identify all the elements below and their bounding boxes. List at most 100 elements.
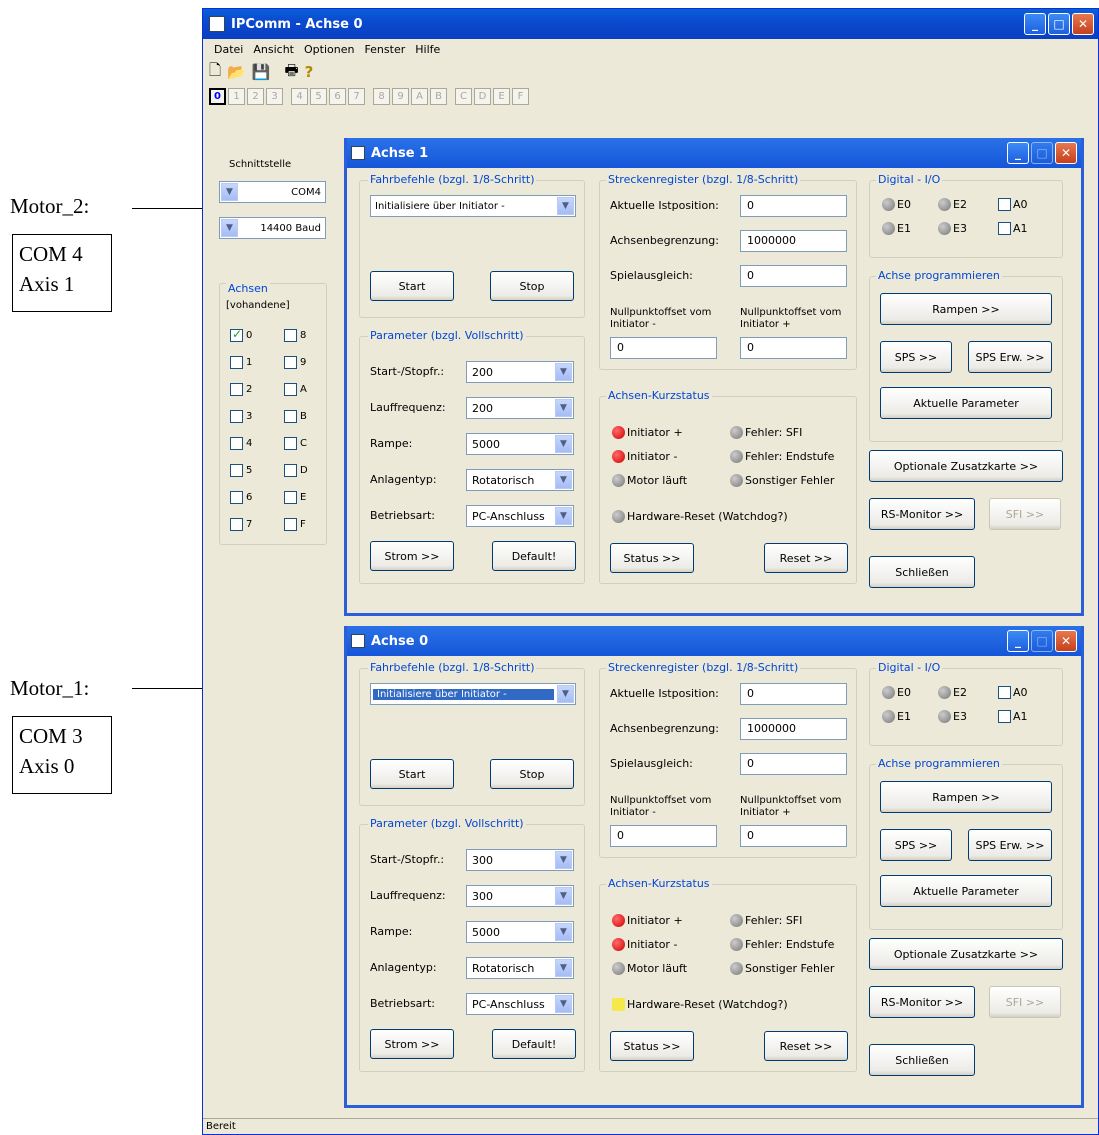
chevron-down-icon[interactable]: ▼	[557, 197, 574, 215]
param-select[interactable]: 5000 ▼	[466, 433, 574, 455]
register-field[interactable]: 1000000	[740, 230, 847, 252]
current-params-button[interactable]: Aktuelle Parameter	[880, 875, 1052, 907]
param-select[interactable]: Rotatorisch ▼	[466, 957, 574, 979]
axis-tab-C[interactable]: C	[455, 87, 472, 105]
param-select[interactable]: 300 ▼	[466, 885, 574, 907]
menu-hilfe[interactable]: Hilfe	[410, 43, 445, 56]
optional-card-button[interactable]: Optionale Zusatzkarte >>	[869, 450, 1063, 482]
maximize-button[interactable]: □	[1048, 13, 1070, 35]
axis-checkbox-7[interactable]: 7	[230, 517, 252, 531]
axis-tab-2[interactable]: 2	[247, 87, 264, 105]
drive-command-select[interactable]: Initialisiere über Initiator - ▼	[370, 195, 576, 217]
sps-button[interactable]: SPS >>	[880, 341, 952, 373]
open-icon[interactable]: 📂	[227, 63, 246, 81]
status-button[interactable]: Status >>	[610, 1031, 694, 1061]
checkbox[interactable]	[230, 382, 243, 396]
axis-checkbox-A[interactable]: A	[284, 382, 307, 396]
axis-tab-E[interactable]: E	[493, 87, 510, 105]
chevron-down-icon[interactable]: ▼	[221, 219, 238, 237]
axis-checkbox-E[interactable]: E	[284, 490, 306, 504]
checkbox[interactable]	[998, 221, 1011, 235]
checkbox[interactable]	[230, 517, 243, 531]
reset-button[interactable]: Reset >>	[764, 1031, 848, 1061]
register-field[interactable]: 0	[740, 265, 847, 287]
axis-tab-6[interactable]: 6	[329, 87, 346, 105]
checkbox[interactable]	[230, 490, 243, 504]
param-select[interactable]: 200 ▼	[466, 361, 574, 383]
optional-card-button[interactable]: Optionale Zusatzkarte >>	[869, 938, 1063, 970]
rs-monitor-button[interactable]: RS-Monitor >>	[869, 498, 975, 530]
io-a0[interactable]: A0	[998, 197, 1028, 211]
param-select[interactable]: PC-Anschluss ▼	[466, 505, 574, 527]
chevron-down-icon[interactable]: ▼	[555, 887, 572, 905]
axis-tab-9[interactable]: 9	[392, 87, 409, 105]
chevron-down-icon[interactable]: ▼	[555, 959, 572, 977]
close-button[interactable]: ✕	[1072, 13, 1094, 35]
param-select[interactable]: Rotatorisch ▼	[466, 469, 574, 491]
save-icon[interactable]: 💾	[252, 63, 271, 81]
axis-tab-A[interactable]: A	[411, 87, 428, 105]
checkbox[interactable]	[230, 409, 243, 423]
checkbox[interactable]	[284, 517, 297, 531]
checkbox[interactable]	[284, 355, 297, 369]
axis-checkbox-1[interactable]: 1	[230, 355, 252, 369]
close-dialog-button[interactable]: Schließen	[869, 1044, 975, 1076]
close-dialog-button[interactable]: Schließen	[869, 556, 975, 588]
axis-tab-8[interactable]: 8	[373, 87, 390, 105]
default-button[interactable]: Default!	[492, 1029, 576, 1059]
chevron-down-icon[interactable]: ▼	[221, 183, 238, 201]
baud-select[interactable]: ▼ 14400 Baud	[219, 217, 326, 239]
rampen-button[interactable]: Rampen >>	[880, 293, 1052, 325]
axis-checkbox-6[interactable]: 6	[230, 490, 252, 504]
register-field[interactable]: 0	[740, 195, 847, 217]
reset-button[interactable]: Reset >>	[764, 543, 848, 573]
io-a0[interactable]: A0	[998, 685, 1028, 699]
axis-tab-D[interactable]: D	[474, 87, 491, 105]
axis-tab-7[interactable]: 7	[348, 87, 365, 105]
print-icon[interactable]: 🖶	[284, 60, 298, 85]
axis-tab-3[interactable]: 3	[266, 87, 283, 105]
chevron-down-icon[interactable]: ▼	[555, 851, 572, 869]
axis-tab-0[interactable]: 0	[209, 87, 226, 105]
axis-checkbox-2[interactable]: 2	[230, 382, 252, 396]
menu-ansicht[interactable]: Ansicht	[248, 43, 299, 56]
axis-tab-1[interactable]: 1	[228, 87, 245, 105]
axis-checkbox-4[interactable]: 4	[230, 436, 252, 450]
chevron-down-icon[interactable]: ▼	[555, 995, 572, 1013]
axis-checkbox-5[interactable]: 5	[230, 463, 252, 477]
stop-button[interactable]: Stop	[490, 271, 574, 301]
checkbox[interactable]	[284, 436, 297, 450]
chevron-down-icon[interactable]: ▼	[555, 507, 572, 525]
chevron-down-icon[interactable]: ▼	[557, 685, 574, 703]
register-field[interactable]: 1000000	[740, 718, 847, 740]
port-select[interactable]: ▼ COM4	[219, 181, 326, 203]
param-select[interactable]: 5000 ▼	[466, 921, 574, 943]
rampen-button[interactable]: Rampen >>	[880, 781, 1052, 813]
close-button[interactable]: ✕	[1055, 630, 1077, 652]
offset-minus-field[interactable]: 0	[610, 337, 717, 359]
io-a1[interactable]: A1	[998, 709, 1028, 723]
menu-optionen[interactable]: Optionen	[299, 43, 359, 56]
axis-checkbox-F[interactable]: F	[284, 517, 306, 531]
chevron-down-icon[interactable]: ▼	[555, 923, 572, 941]
sfi-button[interactable]: SFI >>	[989, 986, 1061, 1018]
default-button[interactable]: Default!	[492, 541, 576, 571]
axis-checkbox-8[interactable]: 8	[284, 328, 306, 342]
stop-button[interactable]: Stop	[490, 759, 574, 789]
checkbox[interactable]	[284, 328, 297, 342]
new-icon[interactable]: 🗋	[209, 60, 221, 85]
param-select[interactable]: 300 ▼	[466, 849, 574, 871]
child-titlebar[interactable]: Achse 0 _ □ ✕	[347, 626, 1081, 656]
sps-erw-button[interactable]: SPS Erw. >>	[968, 829, 1052, 861]
checkbox[interactable]	[230, 327, 243, 342]
strom-button[interactable]: Strom >>	[370, 1029, 454, 1059]
checkbox[interactable]	[284, 409, 297, 423]
help-icon[interactable]: ?	[305, 63, 314, 81]
checkbox[interactable]	[284, 382, 297, 396]
checkbox[interactable]	[998, 709, 1011, 723]
minimize-button[interactable]: _	[1007, 142, 1029, 164]
chevron-down-icon[interactable]: ▼	[555, 399, 572, 417]
param-select[interactable]: PC-Anschluss ▼	[466, 993, 574, 1015]
checkbox[interactable]	[230, 355, 243, 369]
close-button[interactable]: ✕	[1055, 142, 1077, 164]
